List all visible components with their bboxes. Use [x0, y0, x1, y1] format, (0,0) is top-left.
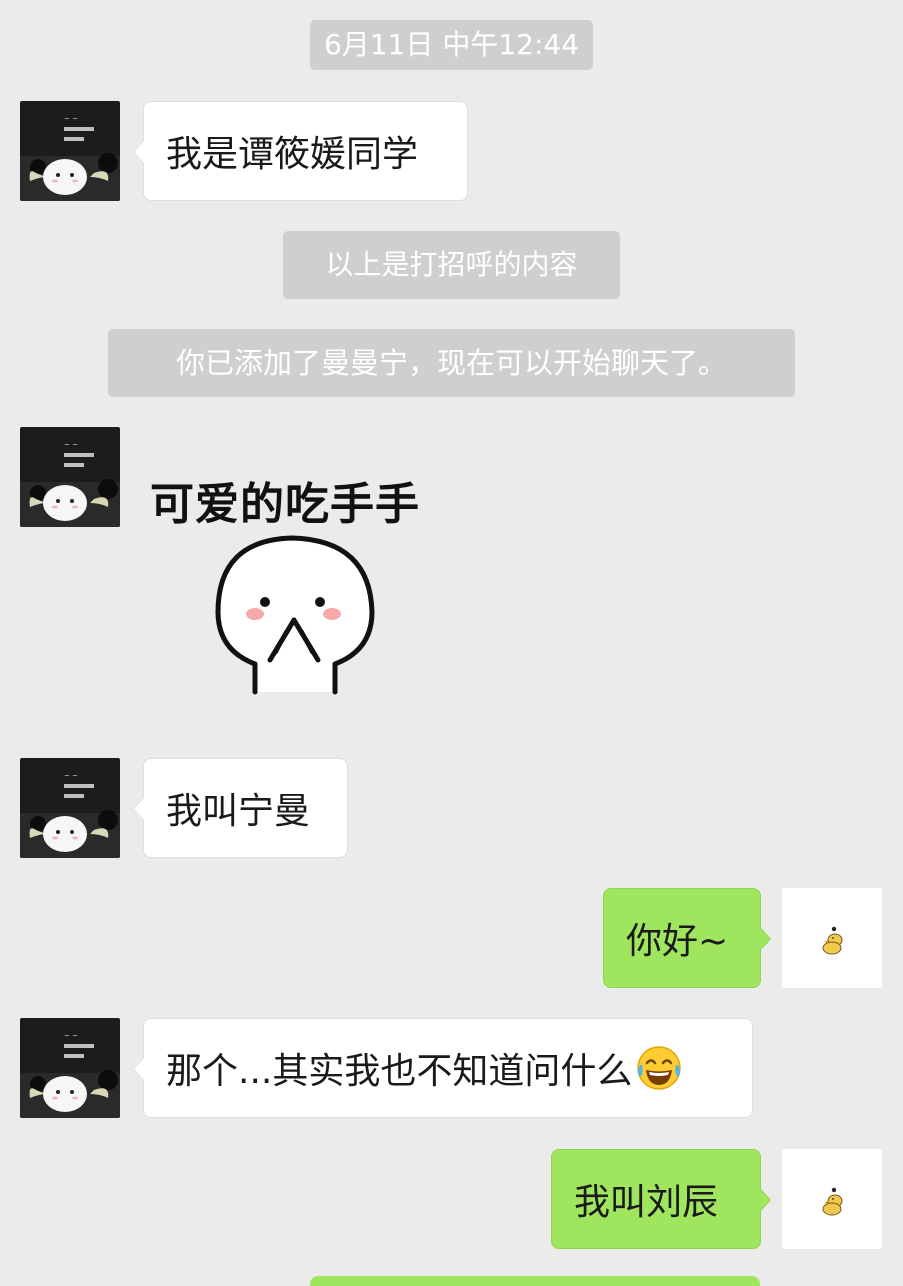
avatar-image: ~ ~	[20, 1018, 120, 1118]
contact-avatar[interactable]: ~ ~	[20, 1018, 120, 1118]
incoming-message-bubble[interactable]: 那个...其实我也不知道问什么	[133, 1018, 753, 1118]
duck-avatar-icon	[782, 888, 882, 988]
svg-text:~ ~: ~ ~	[64, 772, 78, 780]
next-outgoing-bubble-edge	[310, 1276, 760, 1286]
sticker-message[interactable]: 可爱的吃手手	[140, 462, 460, 707]
avatar-image: ~ ~	[20, 101, 120, 201]
sticker-caption: 可爱的吃手手	[150, 479, 420, 530]
outgoing-message-bubble[interactable]: 你好~	[603, 888, 771, 988]
avatar-image: ~ ~	[20, 758, 120, 858]
my-avatar[interactable]	[782, 1149, 882, 1249]
contact-avatar[interactable]: ~ ~	[20, 101, 120, 201]
duck-avatar-icon	[782, 1149, 882, 1249]
contact-avatar[interactable]: ~ ~	[20, 427, 120, 527]
contact-avatar[interactable]: ~ ~	[20, 758, 120, 858]
bun-face-sticker-icon	[215, 535, 375, 695]
laughing-tears-emoji-icon	[637, 1046, 682, 1090]
incoming-message-bubble[interactable]: 我是谭筱媛同学	[133, 101, 468, 201]
avatar-image: ~ ~	[20, 427, 120, 527]
greeting-system-note: 以上是打招呼的内容	[283, 231, 620, 299]
outgoing-message-bubble[interactable]: 我叫刘辰	[551, 1149, 771, 1249]
friend-added-system-note: 你已添加了曼曼宁，现在可以开始聊天了。	[108, 329, 795, 397]
svg-text:~ ~: ~ ~	[64, 441, 78, 449]
svg-text:~ ~: ~ ~	[64, 1032, 78, 1040]
message-text: 那个...其实我也不知道问什么	[166, 1051, 633, 1092]
my-avatar[interactable]	[782, 888, 882, 988]
svg-text:~ ~: ~ ~	[64, 115, 78, 123]
timestamp-label: 6月11日 中午12:44	[310, 20, 593, 70]
incoming-message-bubble[interactable]: 我叫宁曼	[133, 758, 348, 858]
